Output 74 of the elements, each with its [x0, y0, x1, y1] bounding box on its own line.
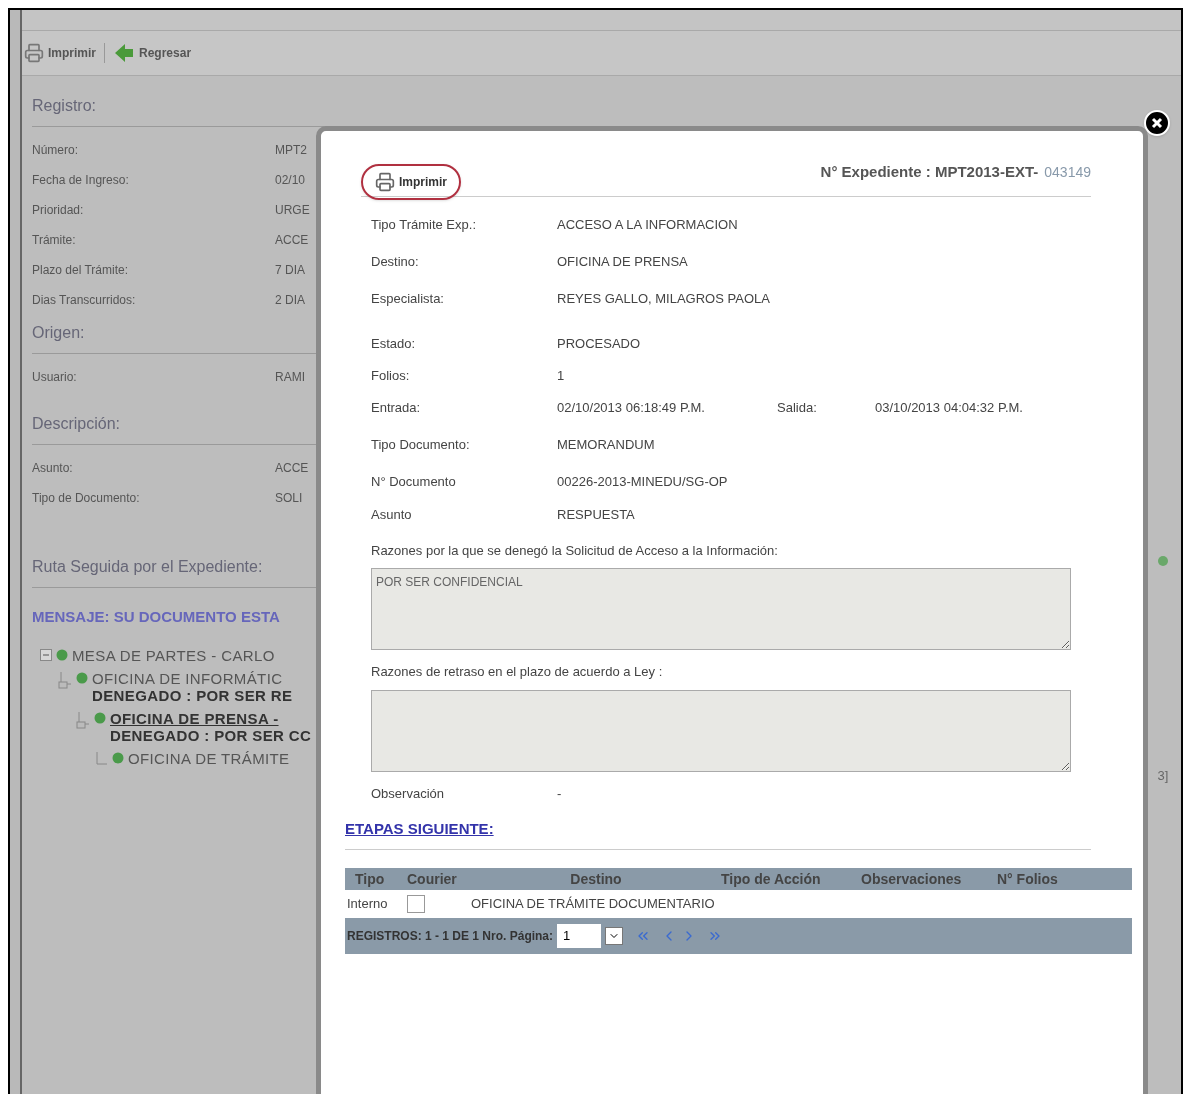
field-value: 1 — [557, 366, 566, 385]
textarea-label: Razones de retraso en el plazo de acuerdo a Ley : — [371, 663, 664, 681]
back-button[interactable]: Regresar — [113, 42, 200, 64]
back-arrow-icon — [113, 42, 135, 64]
field-label: Tipo Trámite Exp.: — [371, 216, 477, 235]
status-message: MENSAJE: SU DOCUMENTO ESTA — [32, 607, 281, 627]
field-value: REYES GALLO, MILAGROS PAOLA — [557, 290, 771, 309]
text-area[interactable] — [371, 689, 1071, 772]
field-value: PROCESADO — [557, 334, 642, 353]
pager-text: REGISTROS: 1 - 1 DE 1 Nro. Página: — [347, 928, 554, 945]
field-label: Usuario: — [32, 369, 78, 386]
field-value: ACCESO A LA INFORMACION — [557, 216, 739, 235]
field-label: Trámite: — [32, 232, 77, 249]
field-value: SOLI — [275, 490, 303, 507]
column-header: Tipo — [354, 869, 386, 889]
print-button[interactable]: Imprimir — [361, 163, 461, 200]
collapse-icon[interactable] — [40, 648, 52, 661]
table-cell-text: Interno — [346, 895, 389, 914]
tree-node-label[interactable]: MESA DE PARTES - CARLO — [72, 646, 275, 664]
table-cell-text: OFICINA DE TRÁMITE DOCUMENTARIO — [471, 895, 716, 914]
courier-checkbox[interactable] — [407, 895, 425, 913]
field-label: Asunto — [371, 505, 413, 524]
printer-icon — [24, 43, 44, 63]
tree-node-label[interactable]: OFICINA DE PRENSA - — [110, 709, 312, 727]
node-dot-icon — [1158, 556, 1168, 566]
tree-connector-icon[interactable] — [58, 671, 72, 692]
field-label: Plazo del Trámite: — [32, 262, 130, 279]
field-label: Folios: — [371, 366, 411, 385]
field-label: Observación — [371, 784, 445, 803]
node-dot-icon — [112, 751, 124, 764]
node-dot-icon — [76, 671, 88, 684]
field-label: Tipo de Documento: — [32, 490, 141, 507]
field-value: 7 DIA — [275, 262, 305, 279]
field-label: Número: — [32, 142, 79, 159]
field-value: RESPUESTA — [557, 505, 636, 524]
node-dot-icon — [56, 648, 68, 661]
field-label: Fecha de Ingreso: — [32, 172, 130, 189]
tree-node-label[interactable]: OFICINA DE INFORMÁTIC — [92, 669, 293, 687]
field-label: Destino: — [371, 253, 420, 272]
page-field[interactable]: 1 — [557, 924, 602, 948]
field-value: ACCE — [275, 232, 309, 249]
field-label: Asunto: — [32, 460, 74, 477]
record-number-label: N° Expediente : MPT2013-EXT- — [820, 162, 1039, 182]
tree-node-note: DENEGADO : POR SER RE — [92, 686, 293, 704]
field-label: Especialista: — [371, 290, 445, 309]
column-header: Destino — [569, 869, 623, 889]
field-value: ACCE — [275, 460, 309, 477]
field-label: Prioridad: — [32, 202, 85, 219]
text-area[interactable]: POR SER CONFIDENCIAL — [371, 568, 1071, 650]
field-value: RAMI — [275, 369, 305, 386]
field-value: URGE — [275, 202, 310, 219]
field-value: 02/10 — [275, 172, 306, 189]
column-header: Tipo de Acción — [721, 869, 822, 889]
column-header: N° Folios — [997, 869, 1059, 889]
column-header: Courier — [407, 869, 458, 889]
section-link[interactable]: ETAPAS SIGUIENTE: — [345, 820, 494, 837]
dropdown-button[interactable] — [605, 927, 624, 945]
tree-node-note: DENEGADO : POR SER CC — [110, 726, 312, 744]
partial-text: 3] — [1157, 767, 1169, 785]
tree-node-label[interactable]: OFICINA DE TRÁMITE — [128, 749, 290, 767]
node-dot-icon — [94, 711, 106, 724]
tree-connector-icon[interactable] — [76, 711, 90, 732]
field-value: - — [557, 784, 562, 803]
field-value: 00226-2013-MINEDU/SG-OP — [557, 473, 729, 492]
field-value: MPT2 — [275, 142, 307, 159]
print-button[interactable]: Imprimir — [24, 43, 105, 63]
column-header: Observaciones — [861, 869, 963, 889]
field-label: Estado: — [371, 334, 417, 353]
field-value: 2 DIA — [275, 292, 305, 309]
record-number: 043149 — [1044, 163, 1091, 182]
field-label: Dias Transcurridos: — [32, 292, 137, 309]
printer-icon — [375, 171, 395, 192]
field-value: OFICINA DE PRENSA — [557, 253, 689, 272]
field-label: N° Documento — [371, 473, 457, 492]
